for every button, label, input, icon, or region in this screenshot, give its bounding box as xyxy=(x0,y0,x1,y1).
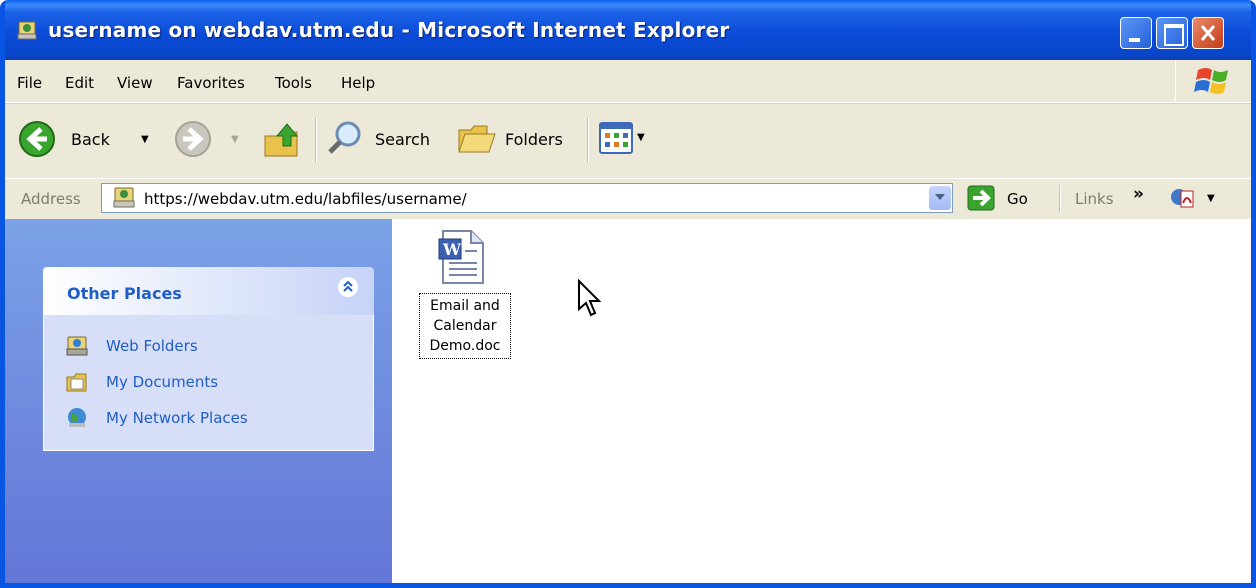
file-name-line: Email and xyxy=(430,298,500,314)
address-label: Address xyxy=(21,190,81,208)
back-arrow-icon xyxy=(19,121,55,157)
word-document-icon: W xyxy=(438,230,484,284)
other-places-header[interactable]: Other Places xyxy=(43,267,374,315)
search-button[interactable]: Search xyxy=(325,116,445,162)
forward-button[interactable]: ▼ xyxy=(171,116,247,162)
place-label: My Documents xyxy=(106,373,219,391)
toolbar-separator xyxy=(315,118,317,162)
folders-icon xyxy=(458,125,496,153)
forward-dropdown-icon: ▼ xyxy=(231,134,239,145)
menu-bar: File Edit View Favorites Tools Help xyxy=(5,60,1251,103)
up-folder-icon[interactable] xyxy=(263,120,303,160)
links-chevron-icon[interactable]: » xyxy=(1133,184,1144,204)
my-documents-icon xyxy=(66,373,87,392)
menu-view[interactable]: View xyxy=(117,74,153,92)
back-button[interactable]: Back ▼ xyxy=(15,116,165,162)
task-pane: Other Places Web Folders My Documents My… xyxy=(5,219,392,583)
close-icon xyxy=(1200,25,1216,41)
search-label: Search xyxy=(375,130,430,149)
views-button[interactable]: ▼ xyxy=(599,122,659,156)
menu-file[interactable]: File xyxy=(17,74,42,92)
place-label: My Network Places xyxy=(106,409,248,427)
maximize-button[interactable] xyxy=(1156,17,1188,49)
chevron-up-icon xyxy=(343,280,353,292)
standard-toolbar: Back ▼ ▼ Search Folders ▼ xyxy=(5,103,1251,174)
network-places-icon xyxy=(68,408,86,427)
address-bar: Address https://webdav.utm.edu/labfiles/… xyxy=(5,178,1251,220)
minimize-button[interactable] xyxy=(1120,17,1152,49)
menu-edit[interactable]: Edit xyxy=(65,74,94,92)
file-name: Email and Calendar Demo.doc xyxy=(419,293,511,359)
svg-text:W: W xyxy=(442,240,462,259)
windows-flag-icon xyxy=(1194,68,1228,94)
links-separator xyxy=(1059,185,1061,213)
place-label: Web Folders xyxy=(106,337,198,355)
views-grid-icon xyxy=(599,122,633,154)
address-input[interactable]: https://webdav.utm.edu/labfiles/username… xyxy=(101,183,953,213)
forward-arrow-icon xyxy=(175,121,211,157)
close-button[interactable] xyxy=(1192,17,1224,49)
pdf-dropdown-icon[interactable]: ▼ xyxy=(1207,193,1215,204)
menu-help[interactable]: Help xyxy=(341,74,375,92)
web-folder-app-icon xyxy=(17,21,37,40)
toolbar-separator xyxy=(587,118,589,162)
adobe-pdf-icon xyxy=(1171,189,1194,208)
address-url: https://webdav.utm.edu/labfiles/username… xyxy=(144,190,467,208)
go-label: Go xyxy=(1007,190,1028,208)
ie-window: username on webdav.utm.edu - Microsoft I… xyxy=(0,0,1256,588)
windows-logo xyxy=(1175,60,1251,102)
collapse-button[interactable] xyxy=(337,276,359,298)
menu-favorites[interactable]: Favorites xyxy=(177,74,245,92)
go-arrow-icon xyxy=(967,185,995,211)
web-folder-page-icon xyxy=(113,187,135,208)
web-folders-icon xyxy=(66,336,88,356)
other-places-body: Web Folders My Documents My Network Plac… xyxy=(43,315,374,451)
go-button[interactable]: Go xyxy=(967,185,1039,213)
menu-tools[interactable]: Tools xyxy=(275,74,312,92)
pdf-convert-button[interactable]: ▼ xyxy=(1169,185,1229,213)
file-name-line: Demo.doc xyxy=(429,338,501,354)
file-name-line: Calendar xyxy=(433,318,497,334)
folders-button[interactable]: Folders xyxy=(457,116,575,162)
address-dropdown-button[interactable] xyxy=(929,186,951,210)
back-dropdown-icon[interactable]: ▼ xyxy=(141,134,149,145)
links-label[interactable]: Links xyxy=(1075,190,1114,208)
views-dropdown-icon: ▼ xyxy=(637,132,645,143)
back-label: Back xyxy=(71,130,110,149)
file-item[interactable]: W Email and Calendar Demo.doc xyxy=(417,229,515,369)
search-magnifier-icon xyxy=(328,121,361,154)
content-area: Other Places Web Folders My Documents My… xyxy=(5,219,1251,583)
title-bar[interactable]: username on webdav.utm.edu - Microsoft I… xyxy=(5,0,1251,60)
folders-label: Folders xyxy=(505,130,563,149)
panel-title: Other Places xyxy=(67,284,182,303)
window-title: username on webdav.utm.edu - Microsoft I… xyxy=(48,18,730,42)
mouse-cursor-icon xyxy=(578,279,602,317)
other-places-panel: Other Places Web Folders My Documents My… xyxy=(43,267,374,451)
